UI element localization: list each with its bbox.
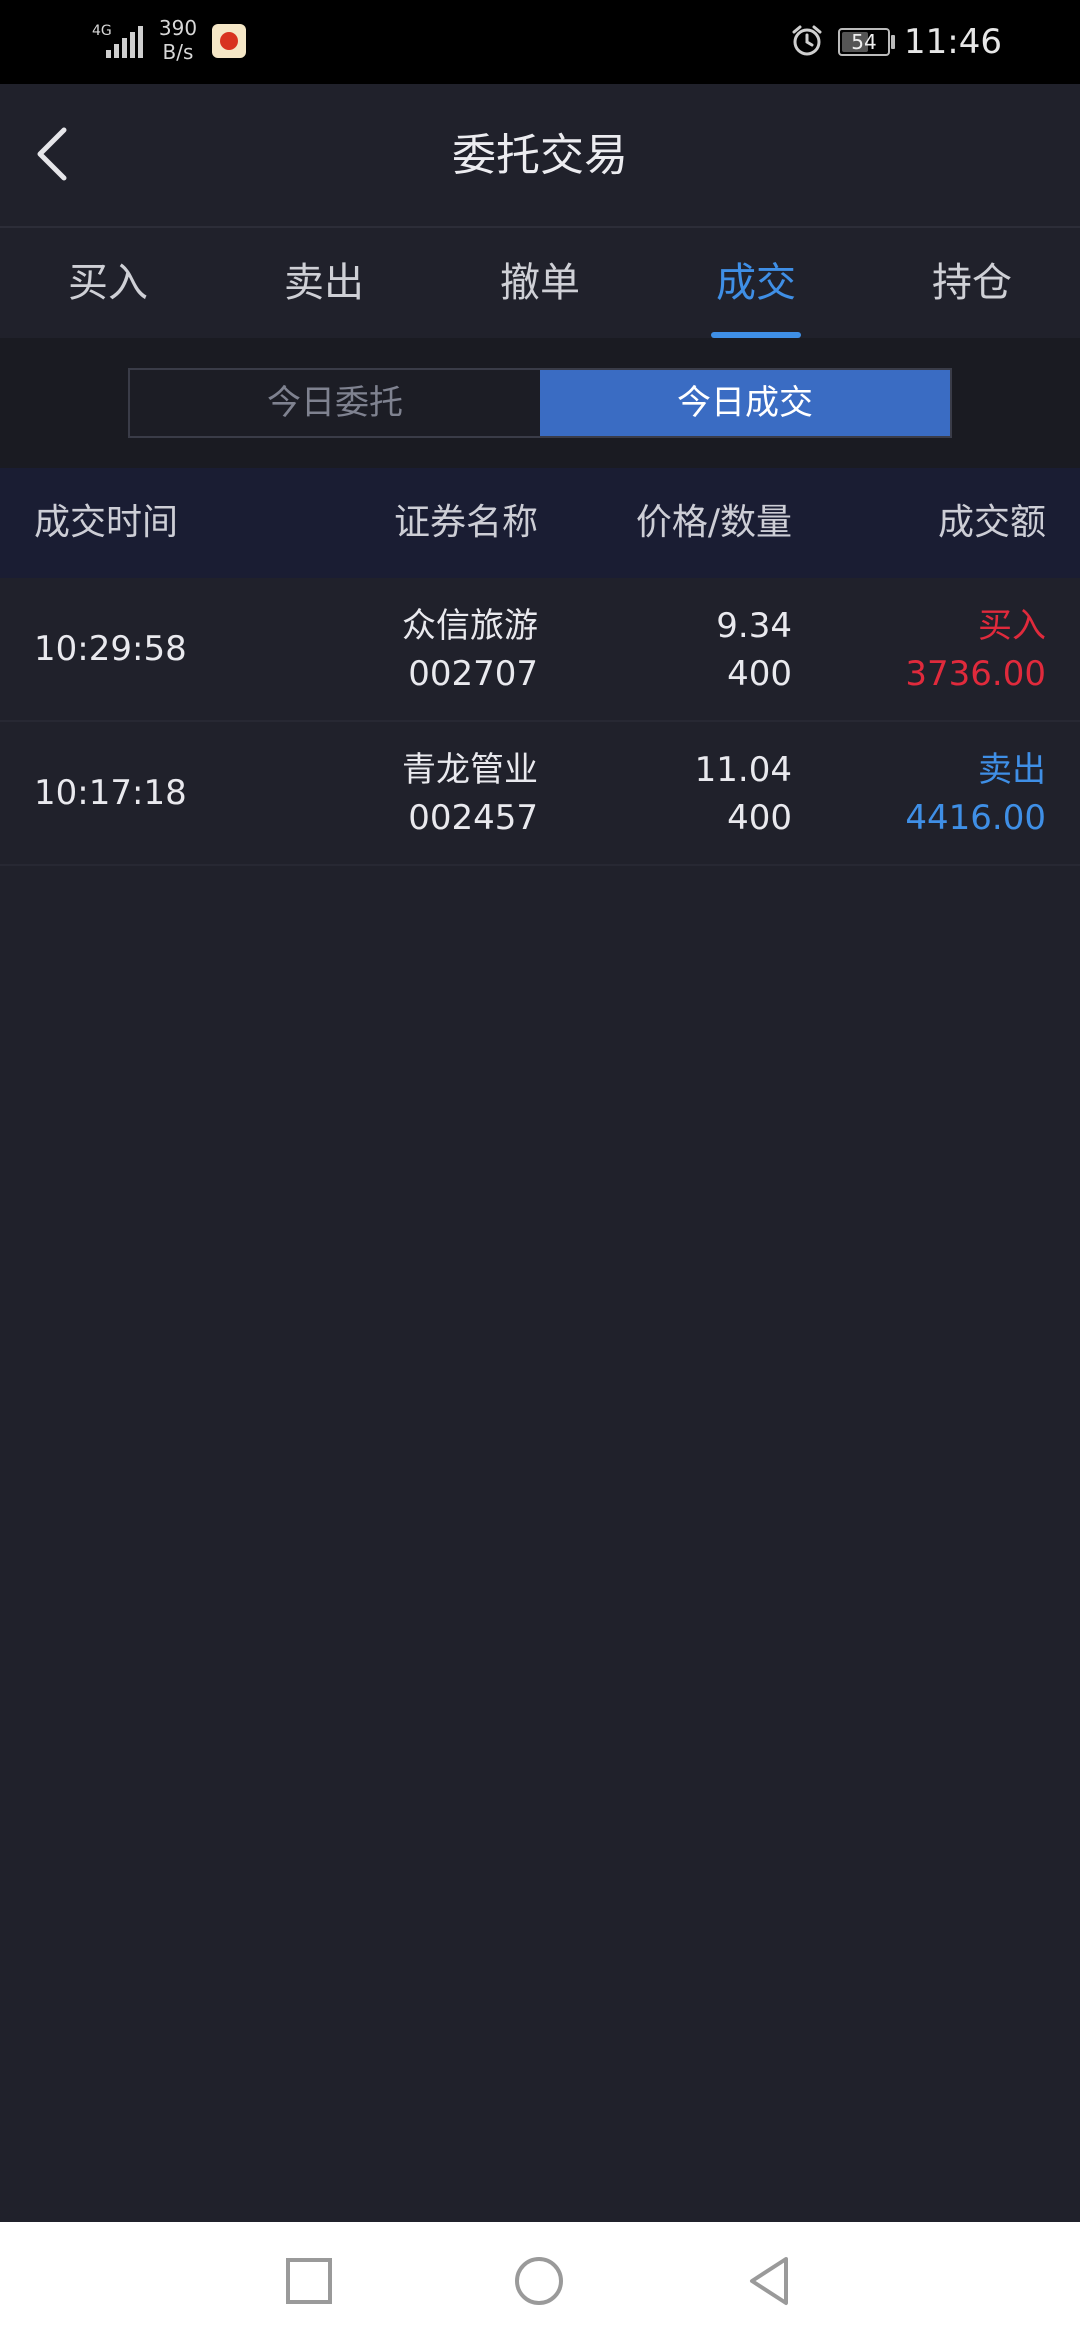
date-segment-control: 今日委托 今日成交 <box>128 368 952 438</box>
table-row[interactable]: 10:17:18 青龙管业 002457 11.04 400 卖出 4416.0… <box>0 722 1080 866</box>
network-speed: 390 B/s <box>158 16 198 64</box>
network-speed-unit: B/s <box>162 40 194 64</box>
deal-side: 买入 <box>978 606 1046 646</box>
battery-icon: 54 <box>838 28 890 56</box>
segment-area: 今日委托 今日成交 <box>0 338 1080 468</box>
table-row[interactable]: 10:29:58 众信旅游 002707 9.34 400 买入 3736.00 <box>0 578 1080 722</box>
tab-deals[interactable]: 成交 <box>648 228 864 338</box>
column-header-amount: 成交额 <box>937 502 1046 543</box>
tab-positions[interactable]: 持仓 <box>864 228 1080 338</box>
recent-apps-icon[interactable] <box>282 2254 336 2308</box>
deal-quantity: 400 <box>727 798 792 838</box>
deal-amount: 3736.00 <box>905 654 1046 694</box>
signal-icon <box>106 26 143 58</box>
security-name: 青龙管业 <box>402 750 538 790</box>
security-cell: 青龙管业 002457 <box>402 746 538 842</box>
deal-time: 10:17:18 <box>34 773 187 813</box>
home-icon[interactable] <box>512 2254 566 2308</box>
network-speed-value: 390 <box>158 16 198 40</box>
deal-price: 9.34 <box>716 606 792 646</box>
page-title: 委托交易 <box>452 130 628 181</box>
security-cell: 众信旅游 002707 <box>402 602 538 698</box>
battery-tip <box>891 35 895 49</box>
column-header-name: 证券名称 <box>393 502 538 543</box>
table-header: 成交时间 证券名称 价格/数量 成交额 <box>0 468 1080 578</box>
battery-text: 54 <box>851 30 877 54</box>
segment-today-deals[interactable]: 今日成交 <box>540 370 950 436</box>
clock: 11:46 <box>904 22 1002 62</box>
deals-list: 10:29:58 众信旅游 002707 9.34 400 买入 3736.00… <box>0 578 1080 866</box>
deal-quantity: 400 <box>727 654 792 694</box>
trade-tabs: 买入 卖出 撤单 成交 持仓 <box>0 228 1080 338</box>
security-code: 002707 <box>408 654 538 694</box>
deal-side: 卖出 <box>978 750 1046 790</box>
alarm-icon <box>792 25 822 56</box>
amount-cell: 买入 3736.00 <box>905 602 1046 698</box>
system-nav-bar <box>0 2222 1080 2340</box>
tab-buy[interactable]: 买入 <box>0 228 216 338</box>
amount-cell: 卖出 4416.00 <box>905 746 1046 842</box>
segment-today-orders[interactable]: 今日委托 <box>130 370 540 436</box>
security-name: 众信旅游 <box>402 606 538 646</box>
column-header-price-qty: 价格/数量 <box>635 502 792 543</box>
app-header: 委托交易 <box>0 84 1080 228</box>
column-header-time: 成交时间 <box>34 502 179 543</box>
deal-time: 10:29:58 <box>34 629 187 669</box>
security-code: 002457 <box>408 798 538 838</box>
app-notification-icon <box>212 24 246 58</box>
price-qty-cell: 9.34 400 <box>716 602 792 698</box>
deal-amount: 4416.00 <box>905 798 1046 838</box>
back-nav-icon[interactable] <box>742 2254 796 2308</box>
tab-sell[interactable]: 卖出 <box>216 228 432 338</box>
status-bar: 4G 390 B/s 54 11:46 <box>0 0 1080 84</box>
deal-price: 11.04 <box>694 750 792 790</box>
price-qty-cell: 11.04 400 <box>695 746 792 842</box>
tab-cancel[interactable]: 撤单 <box>432 228 648 338</box>
